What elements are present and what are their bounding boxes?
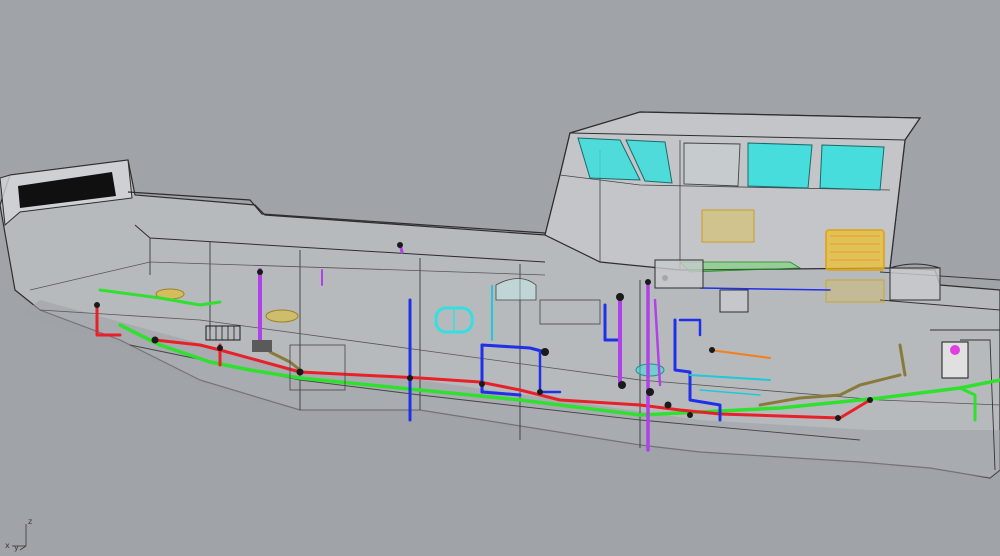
boat-model[interactable]: [0, 0, 1000, 556]
axis-z-label: z: [28, 517, 33, 526]
rhino-perspective-viewport[interactable]: z x y: [0, 0, 1000, 556]
axis-y-label: y: [14, 543, 19, 552]
axis-x-label: x: [5, 541, 10, 550]
axis-gizmo: z x y: [4, 516, 40, 552]
